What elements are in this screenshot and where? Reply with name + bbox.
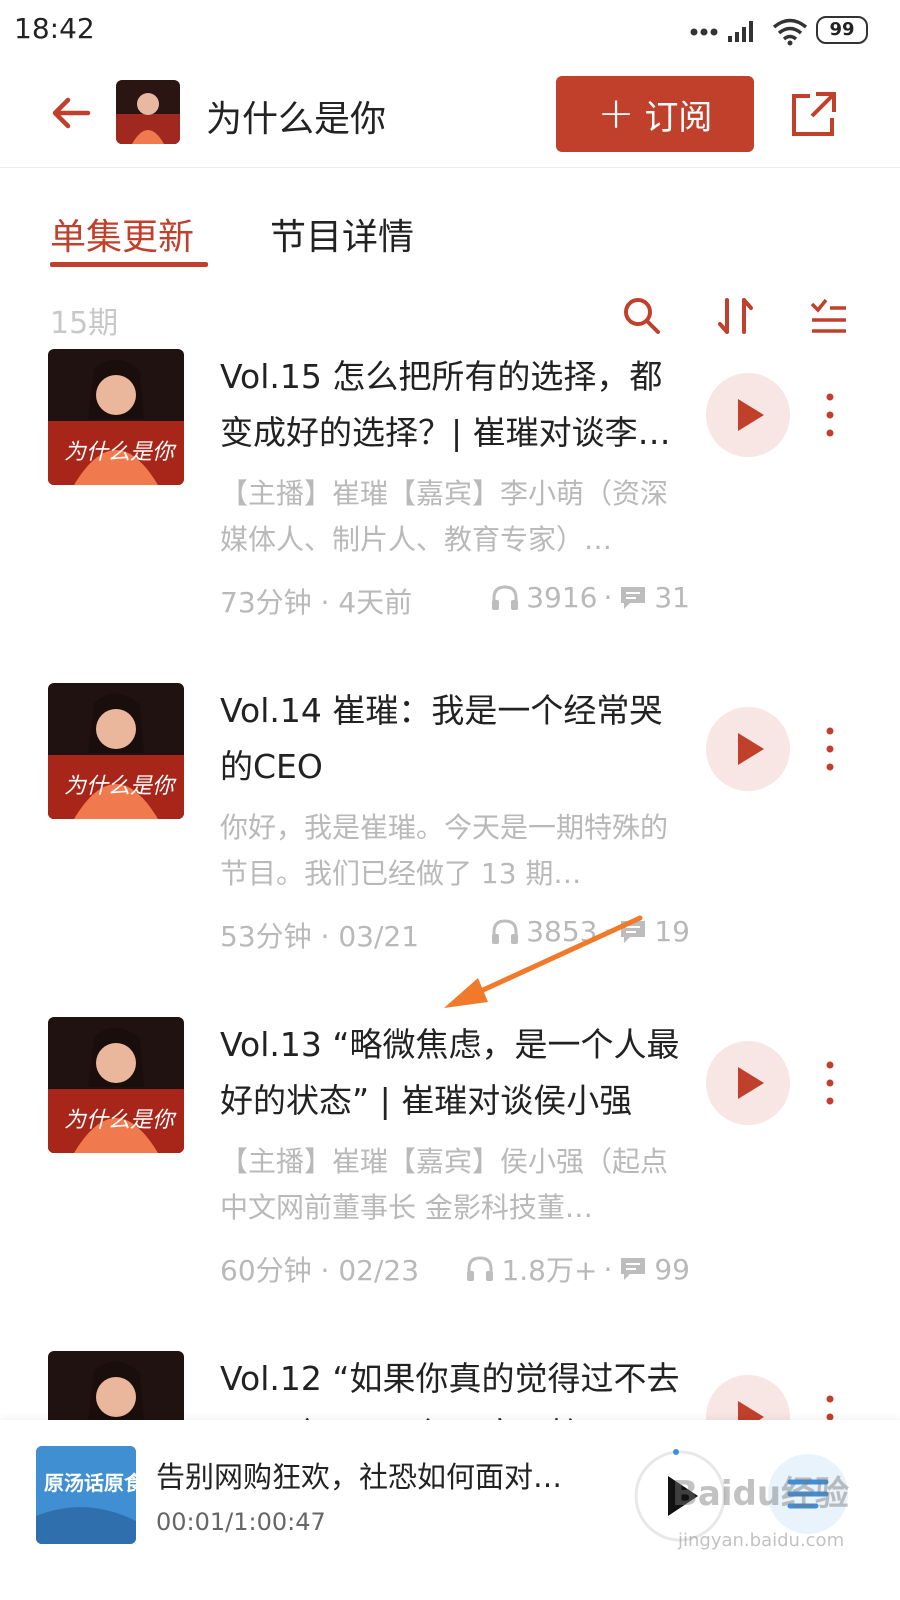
- comment-count: 19: [654, 915, 690, 948]
- play-icon: [738, 1401, 764, 1420]
- batch-select-icon[interactable]: [806, 294, 850, 338]
- subscribe-button[interactable]: + 订阅: [556, 76, 754, 152]
- plus-icon: +: [597, 88, 635, 139]
- episode-meta: 53分钟 · 03/21 3853 · 19: [220, 915, 690, 953]
- cover-text: 为什么是你: [64, 1108, 177, 1133]
- episode-description: 【主播】崔璀【嘉宾】李小萌（资深媒体人、制片人、教育专家）…: [220, 477, 669, 556]
- more-options-icon[interactable]: [818, 1393, 842, 1420]
- subscribe-label: 订阅: [644, 97, 713, 138]
- episode-duration-date: 73分钟 · 4天前: [220, 586, 413, 619]
- episode-item[interactable]: 为什么是你 Vol.13 “略微焦虑，是一个人最好的状态” | 崔璀对谈侯小强 …: [0, 1017, 900, 1351]
- comment-icon: [621, 1258, 646, 1280]
- play-button[interactable]: [706, 1375, 790, 1420]
- episode-title: Vol.14 崔璀：我是一个经常哭的CEO: [220, 691, 663, 786]
- comment-count: 99: [654, 1252, 690, 1286]
- cover-text: 为什么是你: [64, 774, 177, 799]
- episode-item[interactable]: 为什么是你 Vol.14 崔璀：我是一个经常哭的CEO 你好，我是崔璀。今天是一…: [0, 683, 900, 1017]
- episode-item[interactable]: Vol.12 “如果你真的觉得过不去了，咬一下，但一定不接: [0, 1351, 900, 1420]
- tab-bar: 单集更新 节目详情: [0, 200, 900, 272]
- episode-description: 【主播】崔璀【嘉宾】侯小强（起点中文网前董事长 金影科技董…: [220, 1145, 669, 1224]
- comment-icon: [621, 920, 646, 943]
- play-icon: [738, 399, 764, 431]
- battery-level: 99: [829, 19, 855, 40]
- player-progress-time: 00:01/1:00:47: [156, 1508, 326, 1536]
- play-icon: [738, 733, 764, 765]
- wifi-icon: [772, 18, 808, 46]
- episode-cover: [48, 1351, 184, 1420]
- tab-details[interactable]: 节目详情: [270, 208, 414, 260]
- battery-icon: 99: [816, 16, 868, 44]
- episode-duration-date: 53分钟 · 03/21: [220, 920, 420, 953]
- episode-count: 15期: [50, 306, 119, 341]
- share-icon[interactable]: [788, 88, 840, 140]
- episode-item[interactable]: 为什么是你 Vol.15 怎么把所有的选择，都变成好的选择？| 崔璀对谈李小萌 …: [0, 349, 900, 683]
- episode-cover: 为什么是你: [48, 683, 184, 819]
- active-tab-indicator: [50, 262, 208, 267]
- play-button[interactable]: [706, 373, 790, 457]
- player-cover-text: 原汤话原食: [44, 1471, 136, 1495]
- watermark-logo: Baidu经验: [672, 1474, 850, 1514]
- episode-title: Vol.13 “略微焦虑，是一个人最好的状态” | 崔璀对谈侯小强: [220, 1025, 680, 1120]
- episode-description: 你好，我是崔璀。今天是一期特殊的节目。我们已经做了 13 期…: [220, 811, 669, 890]
- back-arrow-icon[interactable]: [44, 86, 98, 140]
- search-icon[interactable]: [620, 294, 664, 338]
- play-icon: [738, 1067, 764, 1099]
- podcast-thumbnail: [116, 80, 180, 144]
- play-count: 3853: [526, 915, 598, 948]
- more-options-icon[interactable]: [818, 391, 842, 439]
- app-header: 为什么是你 + 订阅: [0, 62, 900, 168]
- episode-duration-date: 60分钟 · 02/23: [220, 1254, 420, 1287]
- episode-meta: 60分钟 · 02/23 1.8万+ · 99: [220, 1249, 690, 1289]
- play-count: 3916: [526, 581, 598, 614]
- more-dots-icon: [690, 28, 718, 36]
- play-button[interactable]: [706, 1041, 790, 1125]
- cover-text: 为什么是你: [64, 440, 177, 465]
- play-count: 1.8万+: [501, 1254, 598, 1287]
- headphones-icon: [492, 584, 519, 610]
- episode-title: Vol.12 “如果你真的觉得过不去了，咬一下，但一定不接: [220, 1359, 680, 1420]
- more-options-icon[interactable]: [818, 725, 842, 773]
- more-options-icon[interactable]: [818, 1059, 842, 1107]
- cellular-signal-icon: [728, 21, 753, 42]
- player-cover: 原汤话原食: [36, 1446, 136, 1544]
- play-button[interactable]: [706, 707, 790, 791]
- comment-icon: [621, 586, 646, 609]
- status-time: 18:42: [14, 12, 95, 45]
- player-track-title: 告别网购狂欢，社恐如何面对…: [156, 1460, 563, 1494]
- watermark-url: jingyan.baidu.com: [678, 1530, 845, 1551]
- tab-episodes[interactable]: 单集更新: [50, 208, 194, 260]
- headphones-icon: [467, 1256, 494, 1281]
- episode-meta: 73分钟 · 4天前 3916 · 31: [220, 581, 690, 619]
- episode-toolbar: 15期: [0, 292, 900, 344]
- episode-title: Vol.15 怎么把所有的选择，都变成好的选择？| 崔璀对谈李小萌: [220, 357, 671, 452]
- podcast-title: 为什么是你: [206, 99, 387, 140]
- sort-icon[interactable]: [714, 294, 758, 338]
- headphones-icon: [492, 918, 519, 944]
- status-bar: 18:42 99: [0, 0, 900, 62]
- comment-count: 31: [654, 581, 690, 614]
- episode-cover: 为什么是你: [48, 349, 184, 485]
- episode-cover: 为什么是你: [48, 1017, 184, 1153]
